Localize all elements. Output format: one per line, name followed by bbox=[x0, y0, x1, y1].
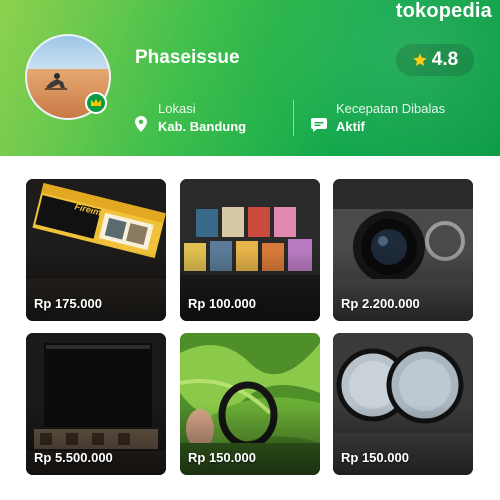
product-card[interactable]: Rp 150.000 bbox=[333, 333, 473, 475]
star-icon bbox=[413, 53, 427, 66]
response-speed-label: Kecepatan Dibalas bbox=[336, 101, 446, 116]
product-card[interactable]: Rp 100.000 bbox=[180, 179, 320, 321]
product-price: Rp 100.000 bbox=[188, 296, 256, 311]
product-price: Rp 5.500.000 bbox=[34, 450, 113, 465]
product-card[interactable]: Rp 150.000 bbox=[180, 333, 320, 475]
tokopedia-logo: tokopedia bbox=[395, 0, 492, 22]
response-speed-value: Aktif bbox=[336, 119, 365, 134]
avatar-sky bbox=[27, 36, 109, 73]
chat-bubble-icon bbox=[311, 118, 327, 132]
product-card[interactable]: Rp 2.200.000 bbox=[333, 179, 473, 321]
shop-rating: 4.8 bbox=[396, 44, 474, 76]
shop-header: tokopedia Phaseissue 4.8 Lokasi Kab. Ban… bbox=[0, 0, 500, 156]
location-value: Kab. Bandung bbox=[158, 119, 247, 134]
product-card[interactable]: Fireimage 100 Rp 175.000 bbox=[26, 179, 166, 321]
product-price: Rp 150.000 bbox=[188, 450, 256, 465]
power-merchant-badge-icon bbox=[85, 92, 107, 114]
info-divider bbox=[293, 100, 294, 136]
product-price: Rp 150.000 bbox=[341, 450, 409, 465]
shop-page: tokopedia Phaseissue 4.8 Lokasi Kab. Ban… bbox=[0, 0, 500, 500]
shop-name[interactable]: Phaseissue bbox=[135, 47, 240, 69]
rating-value: 4.8 bbox=[431, 49, 459, 70]
product-card[interactable]: Rp 5.500.000 bbox=[26, 333, 166, 475]
product-price: Rp 2.200.000 bbox=[341, 296, 420, 311]
location-pin-icon bbox=[135, 116, 147, 132]
location-label: Lokasi bbox=[158, 101, 196, 116]
product-price: Rp 175.000 bbox=[34, 296, 102, 311]
avatar-person bbox=[45, 73, 67, 90]
